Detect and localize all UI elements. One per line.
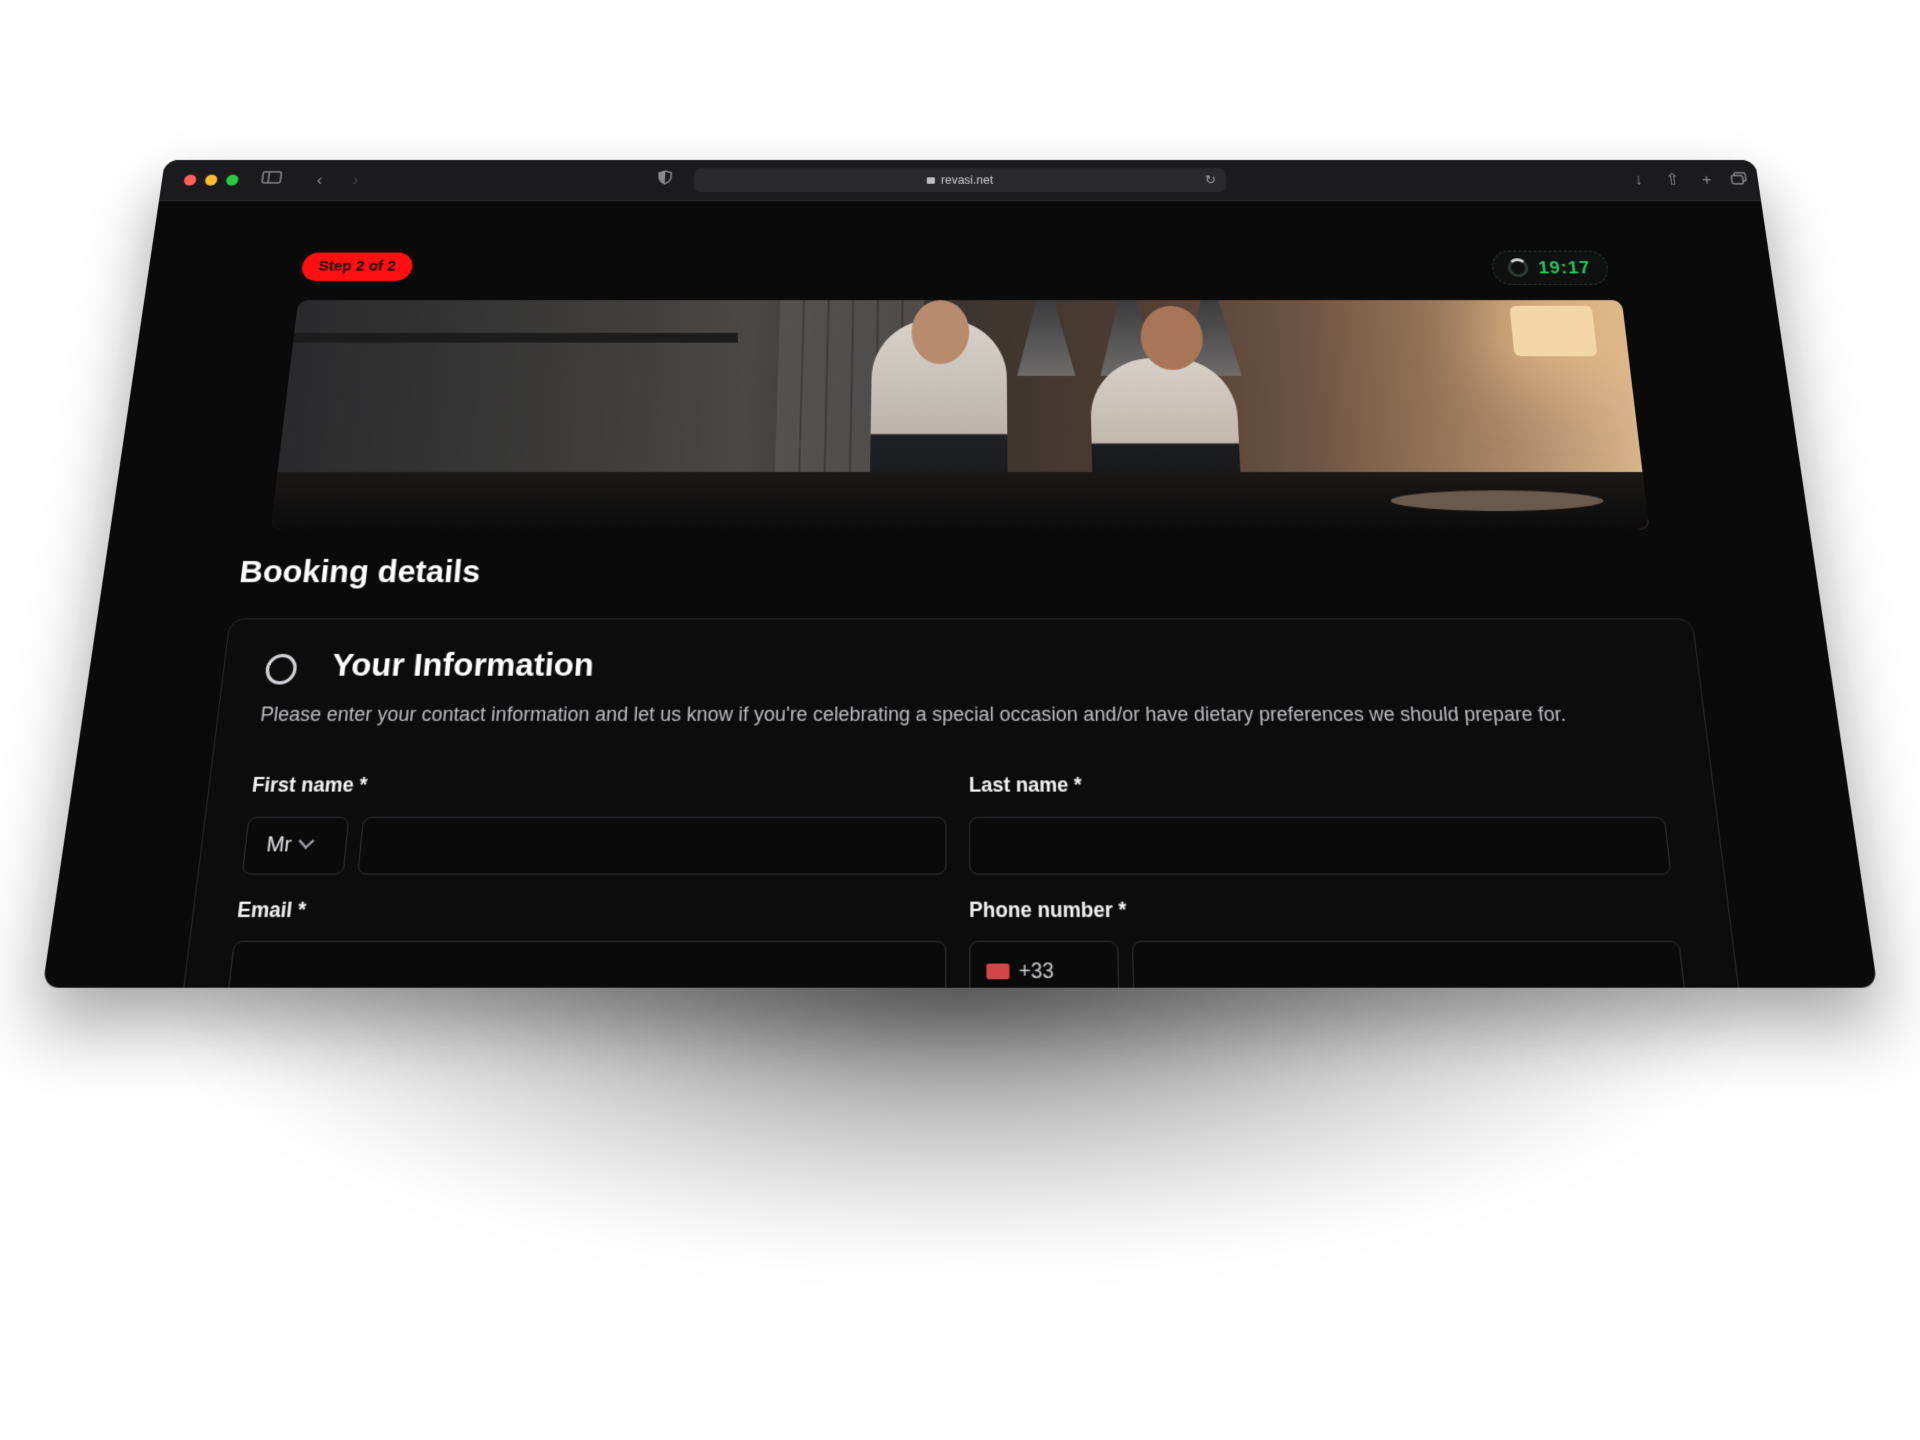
last-name-label: Last name * bbox=[969, 774, 1082, 798]
close-window-button[interactable] bbox=[183, 175, 197, 186]
first-name-input[interactable] bbox=[357, 817, 946, 875]
privacy-shield-icon[interactable] bbox=[653, 170, 676, 190]
page-title: Booking details bbox=[237, 555, 481, 591]
zoom-window-button[interactable] bbox=[226, 175, 240, 186]
sidebar-toggle-icon[interactable] bbox=[259, 170, 284, 190]
country-flag-icon bbox=[986, 964, 1009, 980]
back-icon[interactable]: ‹ bbox=[307, 170, 331, 190]
minimize-window-button[interactable] bbox=[204, 175, 218, 186]
phone-number-label: Phone number * bbox=[969, 898, 1127, 923]
timer-ring-icon bbox=[1507, 258, 1529, 277]
first-name-label: First name * bbox=[251, 774, 369, 798]
section-description: Please enter your contact information an… bbox=[259, 700, 1630, 729]
section-status-radio bbox=[264, 654, 298, 685]
window-controls bbox=[183, 175, 239, 186]
browser-window: ‹ › revasi.net ↻ ↓ ⇧ + Step 2 of 2 19:17 bbox=[42, 160, 1877, 988]
restaurant-kitchen-photo bbox=[271, 300, 1650, 530]
chevron-down-icon bbox=[299, 833, 315, 849]
address-bar[interactable]: revasi.net ↻ bbox=[693, 168, 1226, 192]
section-title: Your Information bbox=[330, 647, 595, 684]
email-input[interactable] bbox=[227, 941, 947, 988]
stage: ‹ › revasi.net ↻ ↓ ⇧ + Step 2 of 2 19:17 bbox=[0, 0, 1920, 1440]
new-tab-icon[interactable]: + bbox=[1694, 170, 1719, 190]
step-badge: Step 2 of 2 bbox=[300, 253, 413, 281]
tab-overview-icon[interactable] bbox=[1726, 170, 1751, 190]
photo-chef-head bbox=[911, 300, 969, 364]
photo-lamp bbox=[1016, 300, 1075, 376]
email-label: Email * bbox=[236, 898, 307, 923]
reload-icon[interactable]: ↻ bbox=[1204, 168, 1216, 192]
your-information-section: Your Information Please enter your conta… bbox=[181, 618, 1742, 987]
phone-number-input[interactable] bbox=[1132, 941, 1687, 988]
country-code-select[interactable]: +33 bbox=[969, 941, 1119, 988]
last-name-input[interactable] bbox=[969, 817, 1672, 875]
salutation-select[interactable]: Mr bbox=[242, 817, 350, 875]
share-icon[interactable]: ⇧ bbox=[1660, 170, 1685, 190]
url-text: revasi.net bbox=[941, 174, 993, 187]
salutation-value: Mr bbox=[265, 833, 293, 857]
browser-toolbar: ‹ › revasi.net ↻ ↓ ⇧ + bbox=[159, 160, 1761, 201]
photo-shelf bbox=[293, 333, 738, 343]
country-code-value: +33 bbox=[1019, 959, 1054, 983]
lock-icon bbox=[927, 177, 935, 183]
countdown-timer: 19:17 bbox=[1491, 251, 1610, 285]
photo-plate bbox=[1390, 490, 1605, 511]
timer-value: 19:17 bbox=[1537, 258, 1591, 278]
photo-lamp-glow bbox=[1510, 306, 1598, 356]
booking-page: Step 2 of 2 19:17 Booking details Your I… bbox=[42, 200, 1877, 987]
download-icon[interactable]: ↓ bbox=[1626, 170, 1651, 190]
forward-icon[interactable]: › bbox=[344, 170, 368, 190]
